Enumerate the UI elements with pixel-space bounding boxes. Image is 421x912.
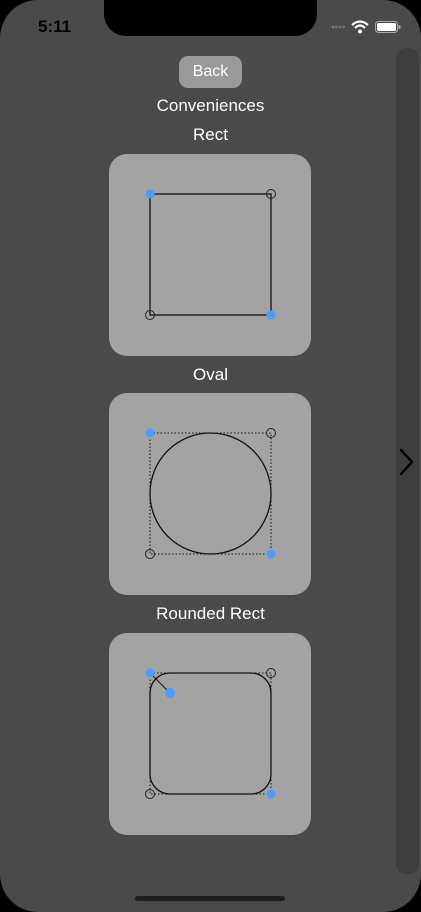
status-icons — [331, 20, 401, 34]
section-label-rounded-rect: Rounded Rect — [156, 604, 265, 623]
section-label-rect: Rect — [193, 125, 228, 144]
drag-handle-top-left[interactable] — [145, 189, 155, 199]
drag-handle-top-right[interactable] — [266, 668, 276, 678]
wifi-icon — [351, 20, 369, 34]
drag-handle-top-left[interactable] — [145, 668, 155, 678]
app-screen: 5:11 Back Conveniences Rect Oval Rounded… — [0, 0, 421, 912]
section-label-oval: Oval — [193, 365, 228, 384]
rounded-rect-shape — [145, 668, 276, 799]
rect-canvas[interactable] — [109, 154, 311, 356]
rect-shape — [145, 189, 276, 320]
device-notch — [104, 0, 317, 36]
drag-handle-bottom-right[interactable] — [266, 789, 276, 799]
oval-canvas[interactable] — [109, 393, 311, 595]
status-time: 5:11 — [38, 17, 72, 36]
drag-handle-bottom-right[interactable] — [266, 549, 276, 559]
cellular-dots-icon — [331, 25, 345, 29]
corner-radius-handle[interactable] — [165, 688, 175, 698]
rounded-rect-canvas[interactable] — [109, 633, 311, 835]
battery-icon — [375, 21, 401, 33]
drag-handle-top-right[interactable] — [266, 428, 276, 438]
drag-handle-top-left[interactable] — [145, 428, 155, 438]
back-button[interactable]: Back — [179, 56, 242, 88]
page-title: Conveniences — [156, 96, 265, 115]
drag-handle-bottom-left[interactable] — [145, 789, 155, 799]
drag-handle-bottom-left[interactable] — [145, 549, 155, 559]
chevron-right-icon[interactable] — [397, 447, 417, 477]
home-indicator[interactable] — [135, 896, 285, 901]
oval-shape — [145, 428, 276, 559]
drag-handle-bottom-right[interactable] — [266, 310, 276, 320]
